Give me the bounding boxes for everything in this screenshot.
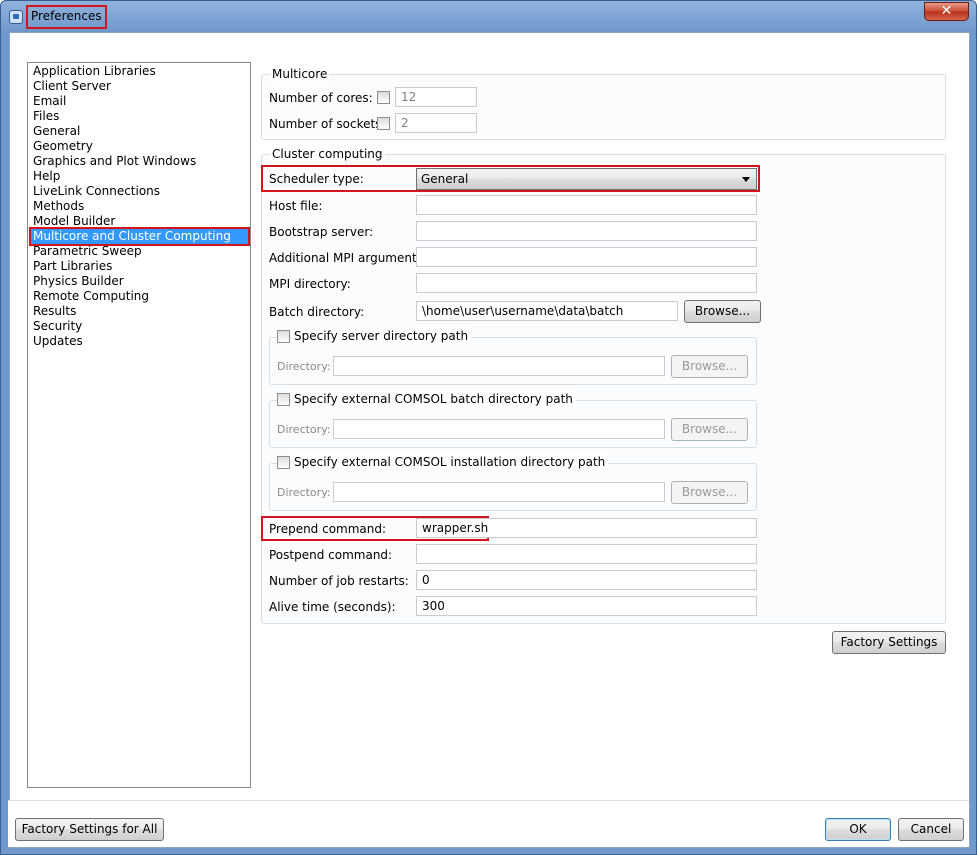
multicore-group-title: Multicore (270, 66, 330, 82)
tree-item-files[interactable]: Files (31, 109, 61, 124)
batch-directory-field[interactable]: \home\user\username\data\batch (416, 301, 678, 321)
tree-item-physics-builder[interactable]: Physics Builder (31, 274, 126, 289)
tree-item-general[interactable]: General (31, 124, 82, 139)
app-icon (9, 10, 23, 24)
cores-checkbox[interactable] (377, 91, 390, 104)
host-file-label: Host file: (269, 199, 323, 213)
tree-item-graphics-and-plot-windows[interactable]: Graphics and Plot Windows (31, 154, 198, 169)
mpi-arguments-label: Additional MPI arguments: (269, 251, 427, 265)
cancel-button[interactable]: Cancel (898, 818, 964, 841)
installation-path-check-label[interactable]: Specify external COMSOL installation dir… (291, 453, 609, 471)
batch-path-browse-button[interactable]: Browse... (671, 418, 748, 441)
tree-item-remote-computing[interactable]: Remote Computing (31, 289, 151, 304)
job-restarts-field[interactable]: 0 (416, 570, 757, 590)
tree-item-email[interactable]: Email (31, 94, 68, 109)
server-directory-browse-button[interactable]: Browse... (671, 355, 748, 378)
tree-item-application-libraries[interactable]: Application Libraries (31, 64, 158, 79)
cores-field[interactable]: 12 (395, 87, 477, 107)
server-directory-field[interactable] (333, 356, 665, 376)
batch-path-directory-field[interactable] (333, 419, 665, 439)
factory-settings-button[interactable]: Factory Settings (832, 631, 946, 654)
server-directory-check-label[interactable]: Specify server directory path (291, 327, 472, 345)
tree-item-security[interactable]: Security (31, 319, 84, 334)
installation-path-checkbox[interactable] (277, 456, 290, 469)
installation-path-browse-button[interactable]: Browse... (671, 481, 748, 504)
mpi-directory-field[interactable] (416, 273, 757, 293)
title-bar: Preferences ✕ (1, 1, 976, 33)
sockets-label: Number of sockets: (269, 117, 386, 131)
server-directory-label: Directory: (277, 360, 331, 373)
tree-item-multicore-and-cluster-computing[interactable]: Multicore and Cluster Computing (29, 227, 250, 246)
factory-settings-for-all-button[interactable]: Factory Settings for All (15, 818, 164, 841)
postpend-command-field[interactable] (416, 544, 757, 564)
installation-path-directory-label: Directory: (277, 486, 331, 499)
tree-item-updates[interactable]: Updates (31, 334, 85, 349)
bootstrap-server-label: Bootstrap server: (269, 225, 374, 239)
tree-item-part-libraries[interactable]: Part Libraries (31, 259, 114, 274)
ok-button[interactable]: OK (825, 818, 891, 841)
prepend-command-field[interactable]: wrapper.sh (416, 518, 757, 538)
tree-item-help[interactable]: Help (31, 169, 62, 184)
chevron-down-icon (742, 177, 750, 182)
tree-item-parametric-sweep[interactable]: Parametric Sweep (31, 244, 144, 259)
installation-path-directory-field[interactable] (333, 482, 665, 502)
cores-label: Number of cores: (269, 91, 373, 105)
alive-time-label: Alive time (seconds): (269, 600, 396, 614)
scheduler-type-label: Scheduler type: (269, 172, 364, 186)
tree-item-model-builder[interactable]: Model Builder (31, 214, 117, 229)
scheduler-type-select[interactable]: General (416, 168, 757, 190)
preferences-tree: Application Libraries Client Server Emai… (27, 62, 251, 788)
window-title: Preferences (26, 5, 107, 29)
batch-path-check-label[interactable]: Specify external COMSOL batch directory … (291, 390, 576, 408)
scheduler-type-value: General (421, 172, 469, 186)
postpend-command-label: Postpend command: (269, 548, 393, 562)
mpi-directory-label: MPI directory: (269, 277, 351, 291)
tree-item-results[interactable]: Results (31, 304, 78, 319)
batch-directory-browse-button[interactable]: Browse... (684, 300, 761, 323)
batch-path-checkbox[interactable] (277, 393, 290, 406)
prepend-command-label: Prepend command: (269, 522, 387, 536)
sockets-checkbox[interactable] (377, 117, 390, 130)
tree-item-geometry[interactable]: Geometry (31, 139, 95, 154)
cluster-computing-group-title: Cluster computing (270, 146, 385, 162)
tree-item-client-server[interactable]: Client Server (31, 79, 113, 94)
alive-time-field[interactable]: 300 (416, 596, 757, 616)
close-button[interactable]: ✕ (924, 2, 969, 21)
server-directory-checkbox[interactable] (277, 330, 290, 343)
bootstrap-server-field[interactable] (416, 221, 757, 241)
job-restarts-label: Number of job restarts: (269, 574, 409, 588)
mpi-arguments-field[interactable] (416, 247, 757, 267)
tree-item-methods[interactable]: Methods (31, 199, 86, 214)
batch-directory-label: Batch directory: (269, 305, 365, 319)
tree-item-livelink-connections[interactable]: LiveLink Connections (31, 184, 162, 199)
batch-path-directory-label: Directory: (277, 423, 331, 436)
sockets-field[interactable]: 2 (395, 113, 477, 133)
host-file-field[interactable] (416, 195, 757, 215)
